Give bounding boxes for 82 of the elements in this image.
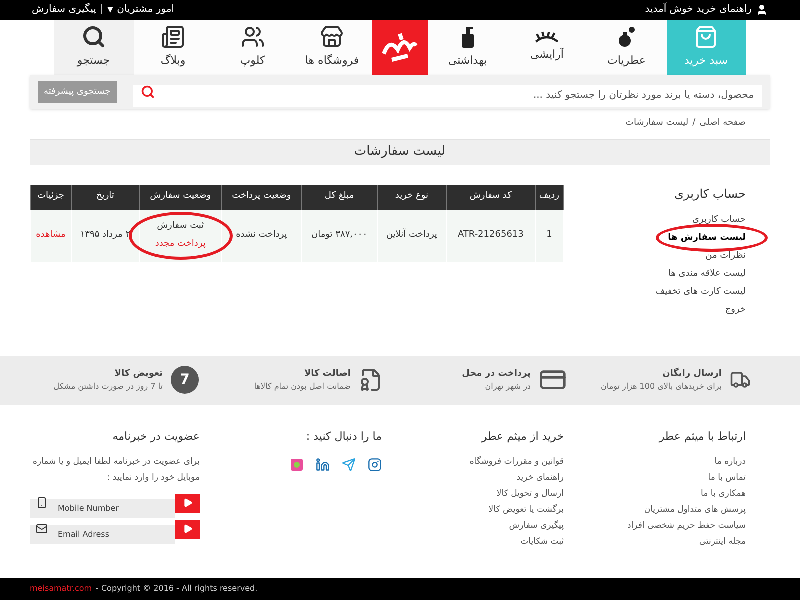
play-icon xyxy=(182,524,192,534)
certificate-icon xyxy=(359,368,383,392)
search-icon xyxy=(140,85,155,100)
welcome-text: راهنمای خرید خوش آمدید xyxy=(645,2,752,18)
table-cell: پرداخت آنلاین xyxy=(377,210,446,262)
breadcrumb-current: لیست سفارشات xyxy=(626,117,689,130)
order-status-text: ثبت سفارش xyxy=(156,220,206,234)
storefront-icon xyxy=(320,25,344,50)
search-icon xyxy=(82,25,106,50)
footer-heading: خرید از میثم عطر xyxy=(480,429,564,446)
breadcrumb-home[interactable]: صفحه اصلی xyxy=(700,117,746,131)
days-badge: 7 xyxy=(171,366,199,394)
footer-heading: ما را دنبال کنید : xyxy=(305,429,382,446)
eyelash-icon xyxy=(535,31,560,44)
site-link[interactable]: meisamatr.com xyxy=(30,583,92,596)
footer-link[interactable]: پیگیری سفارش xyxy=(414,518,564,534)
footer-link[interactable]: همکاری با ما xyxy=(596,486,746,502)
footer-link[interactable]: راهنمای خرید xyxy=(414,470,564,486)
submit-button[interactable] xyxy=(175,494,200,513)
footer-link[interactable]: ثبت شکایات xyxy=(414,534,564,550)
table-cell: ATR-21265613 xyxy=(446,210,536,262)
shopping-bag-icon xyxy=(694,25,718,50)
footer-heading: ارتباط با میثم عطر xyxy=(658,429,746,446)
footer-link[interactable]: درباره ما xyxy=(596,454,746,470)
feature-title: پرداخت در محل xyxy=(462,368,531,381)
play-icon xyxy=(182,498,192,508)
submit-button[interactable] xyxy=(175,520,200,539)
column-header: تاریخ xyxy=(71,184,140,210)
column-header: نوع خرید xyxy=(377,184,446,210)
view-link[interactable]: مشاهده xyxy=(36,230,66,240)
user-icon xyxy=(756,4,768,16)
sidebar-link[interactable]: لیست علاقه مندی ها xyxy=(668,268,746,280)
table-cell: پرداخت نشده xyxy=(222,210,302,262)
sidebar-link[interactable]: خروج xyxy=(725,304,746,316)
breadcrumb-separator: / xyxy=(692,117,696,130)
page-title: لیست سفارشات xyxy=(30,138,770,165)
instagram-icon[interactable] xyxy=(368,458,382,472)
feature-text: در شهر تهران xyxy=(484,381,531,394)
newsletter-text: برای عضویت در خبرنامه لطفا ایمیل و یا شماره موبایل خود را وارد نمایید : xyxy=(32,456,200,485)
sidebar-link[interactable]: لیست سفارش ها xyxy=(668,232,746,244)
footer-link[interactable]: تماس با ما xyxy=(596,470,746,486)
column-header: کد سفارش xyxy=(446,184,536,210)
column-header: ردیف xyxy=(535,184,564,210)
feature-title: اصالت کالا xyxy=(303,368,351,381)
linkedin-icon[interactable] xyxy=(316,458,330,472)
mail-icon xyxy=(36,523,48,536)
logo[interactable] xyxy=(372,20,428,76)
sidebar-title: حساب کاربری xyxy=(674,186,746,203)
footer-link[interactable]: برگشت یا تعویض کالا xyxy=(414,502,564,518)
sidebar-link[interactable]: لیست کارت های تخفیف xyxy=(656,286,746,298)
feature-text: برای خریدهای بالای 100 هزار تومان xyxy=(601,381,722,394)
phone-icon xyxy=(36,497,48,510)
footer-link[interactable]: قوانین و مقررات فروشگاه xyxy=(414,454,564,470)
people-icon xyxy=(240,25,265,50)
column-header: جزئیات xyxy=(30,184,72,210)
feature-text: تا 7 روز در صورت داشتن مشکل xyxy=(54,381,163,394)
feature-text: ضمانت اصل بودن تمام کالاها xyxy=(254,381,351,394)
separator-text: | xyxy=(100,3,104,18)
newsletter-field[interactable]: Email Adress xyxy=(30,524,175,544)
order-tracking-link[interactable]: پیگیری سفارش xyxy=(32,2,96,18)
footer-heading: عضویت در خبرنامه xyxy=(112,429,200,446)
footer-link[interactable]: سیاست حفظ حریم شخصی افراد xyxy=(596,518,746,534)
column-header: مبلغ کل xyxy=(302,184,378,210)
flower-icon[interactable] xyxy=(290,458,304,472)
footer-link[interactable]: ارسال و تحویل کالا xyxy=(414,486,564,502)
footer-link[interactable]: پرسش های متداول مشتریان xyxy=(596,502,746,518)
newspaper-icon xyxy=(161,25,186,50)
nav-tab[interactable]: جستجو xyxy=(54,20,134,76)
search-field[interactable]: محصول، دسته یا برند مورد نظرتان را جستجو کنید ... xyxy=(132,84,762,107)
sidebar-link[interactable]: حساب کاربری xyxy=(692,214,746,226)
feature-title: ارسال رایگان xyxy=(662,368,722,381)
table-cell: 1 xyxy=(535,210,564,262)
copyright-text: - Copyright © 2016 - All rights reserved. xyxy=(96,583,258,596)
feature-title: تعویض کالا xyxy=(114,368,163,381)
footer-link[interactable]: مجله اینترنتی xyxy=(596,534,746,550)
table-cell: ۳۸۷,۰۰۰ تومان xyxy=(302,210,378,262)
column-header: وضعیت پرداخت xyxy=(222,184,302,210)
repay-link[interactable]: پرداخت مجدد xyxy=(140,238,222,252)
telegram-icon[interactable] xyxy=(342,458,356,472)
column-header: وضعیت سفارش xyxy=(139,184,222,210)
newsletter-field[interactable]: Mobile Number xyxy=(30,498,175,518)
sidebar-link[interactable]: نظرات من xyxy=(706,250,746,262)
